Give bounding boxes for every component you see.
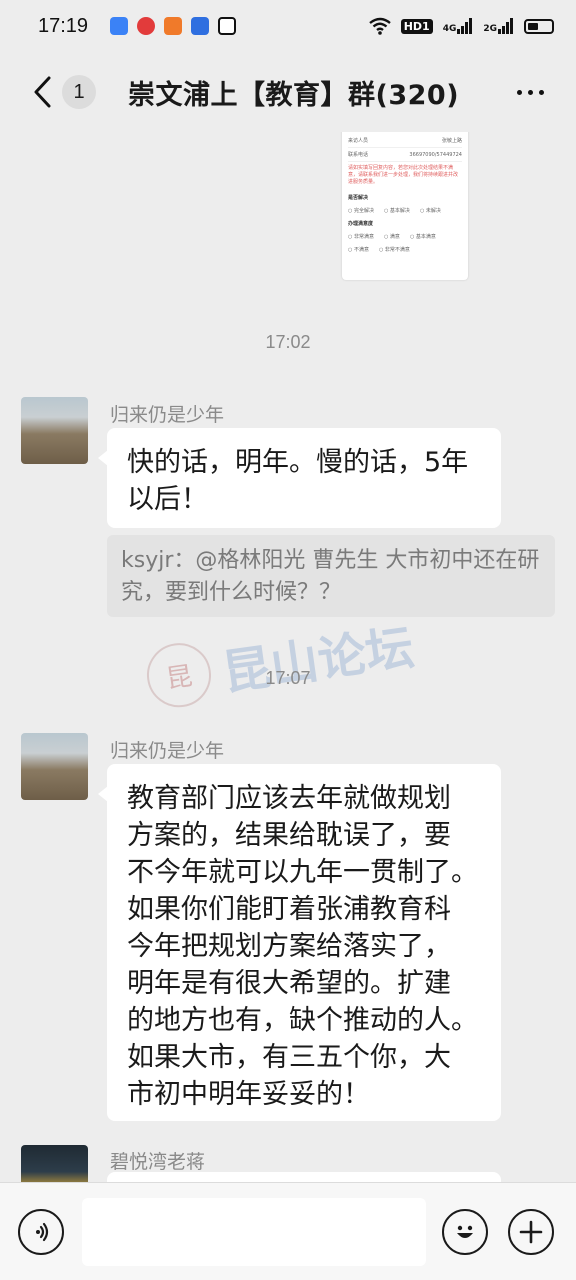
app-orange-icon	[164, 17, 183, 35]
emoji-icon	[457, 1225, 473, 1238]
voice-button[interactable]	[18, 1208, 64, 1255]
app-tiktok-icon	[218, 17, 237, 35]
signal-bars-icon	[498, 18, 513, 34]
shared-form-image[interactable]: 来访人员 张敏上路 联系电话 36697090/57449724 请如实填写回复…	[342, 132, 468, 280]
chevron-left-icon	[34, 76, 51, 108]
watermark-text: 昆山论坛	[219, 619, 418, 702]
status-time: 17:19	[38, 14, 89, 37]
signal-2g: 2G	[483, 18, 514, 34]
emoji-button[interactable]	[442, 1208, 488, 1255]
status-bar: 17:19 HD1 4G 2G	[0, 0, 576, 52]
signal-bars-icon	[457, 18, 473, 34]
chat-header: 1 崇文浦上【教育】群(320)	[0, 52, 576, 132]
more-dots-icon	[516, 89, 522, 95]
time-separator: 17:02	[265, 332, 311, 352]
message-bubble[interactable]: 快的话，明年。慢的话，5年 以后！	[98, 428, 501, 528]
app-blue-icon	[110, 17, 129, 35]
back-button[interactable]	[22, 62, 62, 122]
plus-icon	[519, 1220, 543, 1243]
plus-button[interactable]	[508, 1208, 554, 1255]
signal-4g: 4G	[443, 18, 474, 34]
input-bar	[0, 1182, 576, 1280]
quoted-message[interactable]: ksyjr：@格林阳光 曹先生 大市初中还在研究，要到什么时候？？	[107, 535, 555, 617]
wifi-icon	[368, 17, 391, 35]
watermark: 昆 昆山论坛	[142, 608, 417, 715]
app-red-icon	[137, 17, 156, 35]
hd-badge: HD1	[400, 18, 433, 34]
sender-name: 碧悦湾老蒋	[110, 1151, 206, 1173]
voice-icon	[36, 1222, 49, 1241]
more-button[interactable]	[510, 72, 550, 112]
avatar[interactable]	[21, 397, 88, 464]
app-infinity-icon	[191, 17, 210, 35]
avatar[interactable]	[21, 1145, 88, 1182]
message-input[interactable]	[82, 1197, 426, 1266]
sender-name: 归来仍是少年	[110, 404, 225, 426]
chat-area[interactable]: 来访人员 张敏上路 联系电话 36697090/57449724 请如实填写回复…	[0, 132, 576, 1182]
chat-title: 崇文浦上【教育】群(320)	[128, 79, 460, 111]
message-bubble[interactable]: 教育部门应该去年就做规划 方案的，结果给耽误了，要 不今年就可以九年一贯制了。 …	[98, 764, 501, 1121]
time-separator: 17:07	[265, 668, 311, 688]
notification-icons	[110, 17, 237, 35]
message-bubble[interactable]	[107, 1172, 501, 1182]
unread-count-badge[interactable]: 1	[62, 75, 96, 109]
status-right: HD1 4G 2G	[368, 17, 554, 35]
avatar[interactable]	[21, 733, 88, 800]
sender-name: 归来仍是少年	[110, 740, 225, 762]
battery-icon	[524, 18, 554, 34]
